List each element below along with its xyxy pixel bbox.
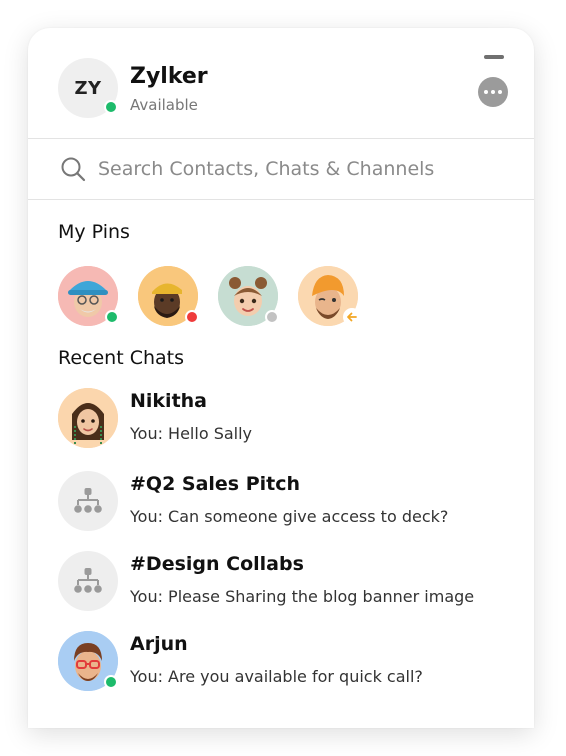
chat-name: #Design Collabs xyxy=(130,553,304,575)
panel-header: ZY Zylker Available xyxy=(28,28,534,138)
pinned-contact-1[interactable] xyxy=(58,266,119,326)
chat-preview: You: Can someone give access to deck? xyxy=(130,507,449,526)
search-divider xyxy=(28,199,534,200)
user-status[interactable]: Available xyxy=(130,96,198,114)
pins-section-title: My Pins xyxy=(58,221,130,243)
channel-icon xyxy=(74,488,102,513)
channel-avatar xyxy=(58,471,118,531)
chat-preview: You: Please Sharing the blog banner imag… xyxy=(130,587,475,606)
pin-presence-away xyxy=(343,308,361,326)
arrow-left-icon xyxy=(347,312,357,322)
pinned-contact-3[interactable] xyxy=(218,266,279,326)
chat-avatar xyxy=(58,631,118,691)
pin-presence-offline xyxy=(265,310,279,324)
chat-name: Arjun xyxy=(130,633,188,655)
chat-preview: You: Are you available for quick call? xyxy=(130,667,423,686)
chat-presence-online xyxy=(104,675,118,689)
chat-row-arjun[interactable]: Arjun You: Are you available for quick c… xyxy=(28,631,534,709)
user-presence-indicator xyxy=(104,100,118,114)
user-initials: ZY xyxy=(74,77,102,99)
chat-panel: ZY Zylker Available My Pins xyxy=(28,28,534,728)
pin-presence-online xyxy=(105,310,119,324)
chat-name: Nikitha xyxy=(130,390,207,412)
more-options-icon[interactable] xyxy=(478,77,508,107)
chat-name: #Q2 Sales Pitch xyxy=(130,473,301,495)
pinned-contact-4[interactable] xyxy=(298,266,361,326)
chat-row-design-collabs[interactable]: #Design Collabs You: Please Sharing the … xyxy=(28,551,534,629)
user-avatar[interactable]: ZY xyxy=(58,58,118,118)
channel-avatar xyxy=(58,551,118,611)
chat-avatar xyxy=(58,388,118,448)
chat-row-nikitha[interactable]: Nikitha You: Hello Sally xyxy=(28,388,534,466)
user-name: Zylker xyxy=(130,64,208,89)
recent-chats-title: Recent Chats xyxy=(58,347,185,369)
search-input[interactable] xyxy=(98,151,508,187)
pinned-contact-2[interactable] xyxy=(138,266,199,326)
chat-row-q2-sales-pitch[interactable]: #Q2 Sales Pitch You: Can someone give ac… xyxy=(28,471,534,549)
pin-presence-busy xyxy=(185,310,199,324)
search-bar xyxy=(28,139,534,199)
chat-preview: You: Hello Sally xyxy=(130,424,253,443)
channel-icon xyxy=(74,568,102,593)
memoji-avatar-icon xyxy=(58,388,118,448)
search-icon xyxy=(61,157,86,182)
minimize-icon[interactable] xyxy=(484,55,504,59)
